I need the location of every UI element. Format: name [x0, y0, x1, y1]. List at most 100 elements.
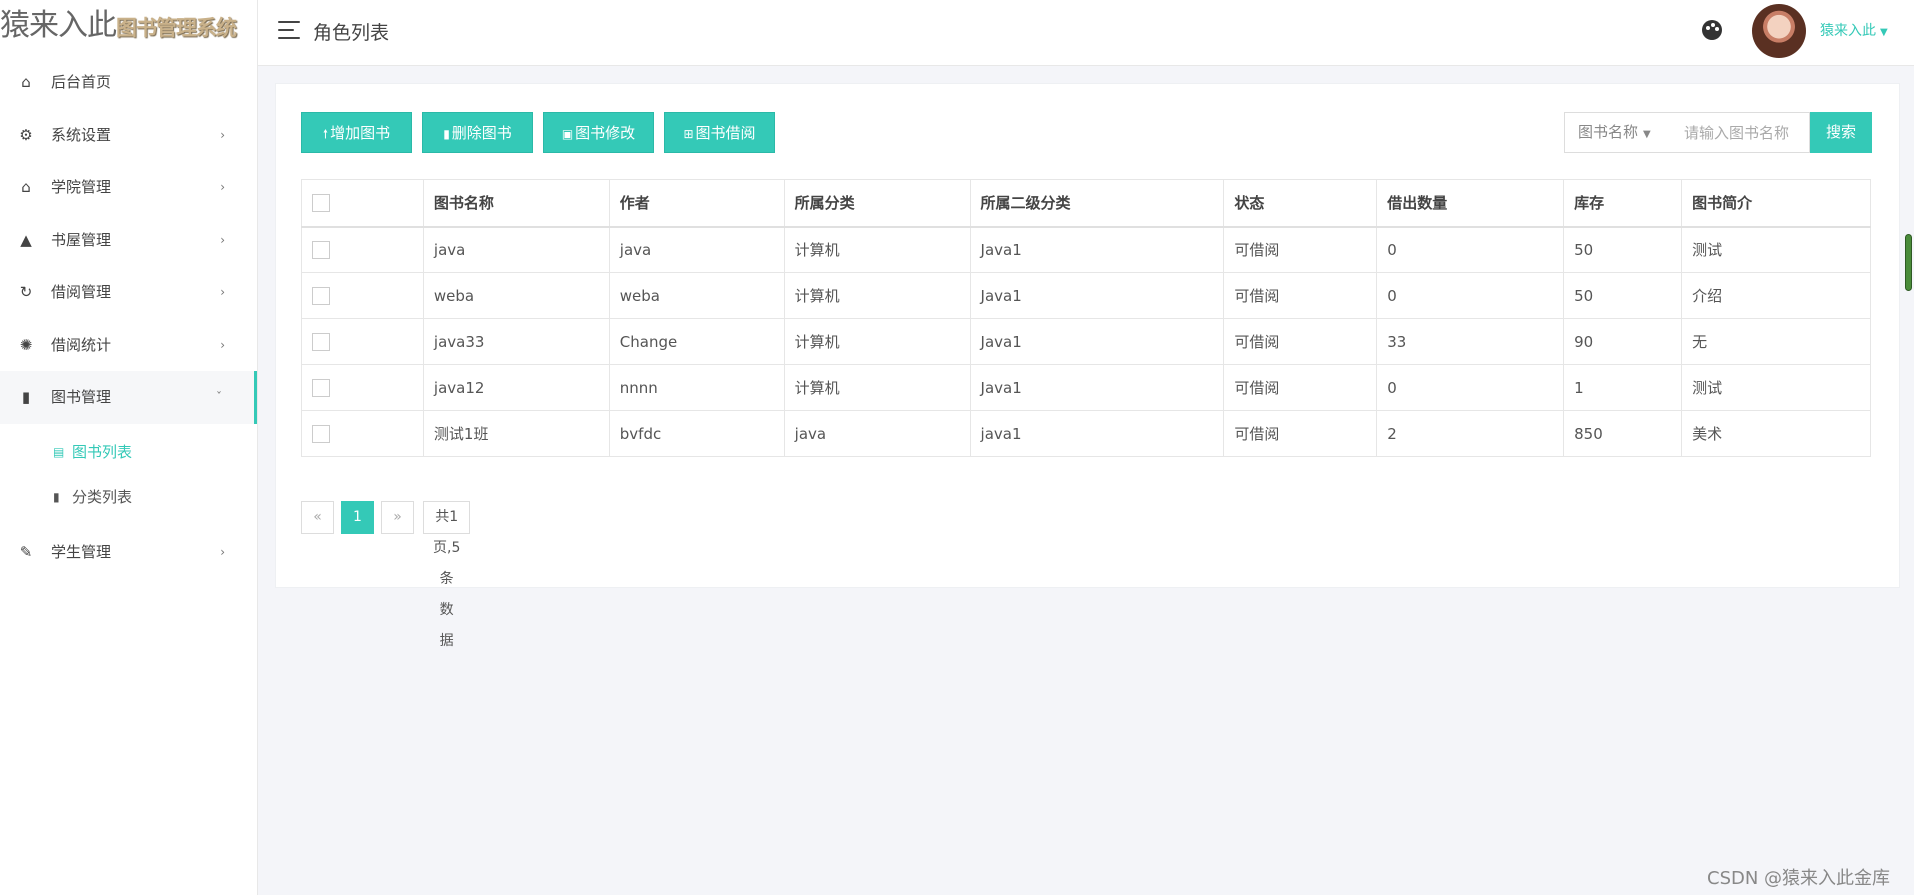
pencil-icon: ✎	[19, 542, 33, 561]
next-page-button[interactable]: »	[381, 501, 414, 534]
clipboard-icon: ▮	[53, 489, 60, 504]
column-header: 图书名称	[422, 179, 610, 227]
table-cell: java12	[422, 364, 610, 411]
column-header: 图书简介	[1681, 179, 1871, 227]
table-row[interactable]: 测试1班 bvfdc java java1 可借阅 2 850 美术	[301, 410, 1871, 457]
sidebar-item-dashboard[interactable]: ⌂ 后台首页	[0, 56, 257, 109]
sidebar-item-label: 图书管理	[51, 388, 112, 406]
avatar[interactable]	[1752, 4, 1806, 58]
row-checkbox[interactable]	[312, 286, 330, 305]
add-book-button[interactable]: 🠕 增加图书	[301, 112, 412, 153]
palette-icon[interactable]	[1702, 20, 1722, 40]
sidebar-item-college[interactable]: ⌂ 学院管理 ›	[0, 161, 257, 214]
sidebar-item-label: 借阅统计	[51, 335, 112, 354]
search-field-label: 图书名称	[1578, 123, 1639, 141]
search-input[interactable]	[1672, 112, 1810, 153]
table-cell: java	[422, 226, 610, 273]
sidebar-submenu: ▤ 图书列表 ▮ 分类列表	[0, 424, 257, 526]
search-button[interactable]: 搜索	[1810, 112, 1872, 153]
table-row[interactable]: weba weba 计算机 Java1 可借阅 0 50 介绍	[301, 272, 1871, 319]
table-cell: 可借阅	[1223, 410, 1378, 457]
table-cell: 测试	[1681, 364, 1871, 411]
column-header: 作者	[608, 179, 785, 227]
sidebar-nav: ⌂ 后台首页 ⚙ 系统设置 › ⌂ 学院管理 › ▲ 书屋管理 › ↻ 借阅管理…	[0, 56, 257, 578]
table-cell: 测试	[1681, 226, 1871, 273]
hamburger-menu-icon[interactable]	[278, 21, 300, 39]
add-book-label: 增加图书	[330, 124, 391, 142]
table-cell: 计算机	[783, 272, 971, 319]
scrollbar-thumb[interactable]	[1905, 234, 1912, 291]
logo: 猿来入此图书管理系统	[0, 0, 257, 52]
sidebar-item-book-management[interactable]: ▮ 图书管理 ˇ	[0, 371, 257, 424]
table-cell: java	[783, 410, 971, 457]
gear-icon: ⚙	[19, 125, 33, 144]
arrow-up-icon: 🠕	[322, 127, 329, 141]
borrow-book-button[interactable]: ⊞ 图书借阅	[664, 112, 775, 153]
sidebar: 猿来入此图书管理系统 ⌂ 后台首页 ⚙ 系统设置 › ⌂ 学院管理 › ▲ 书屋…	[0, 0, 258, 895]
select-all-cell	[301, 179, 424, 227]
sidebar-item-label: 后台首页	[51, 73, 112, 91]
table-cell: 90	[1563, 318, 1683, 365]
refresh-icon: ↻	[19, 283, 33, 301]
row-select-cell	[301, 410, 424, 457]
table-cell: 可借阅	[1223, 272, 1378, 319]
prev-page-button[interactable]: «	[301, 501, 334, 534]
table-cell: 1	[1563, 364, 1683, 411]
column-header: 所属二级分类	[969, 179, 1225, 227]
sidebar-item-label: 学院管理	[51, 178, 112, 196]
sidebar-item-label: 借阅管理	[51, 283, 112, 301]
sidebar-item-student[interactable]: ✎ 学生管理 ›	[0, 526, 257, 579]
table-header-row: 图书名称 作者 所属分类 所属二级分类 状态 借出数量 库存 图书简介	[301, 179, 1871, 227]
row-select-cell	[301, 272, 424, 319]
edit-book-button[interactable]: ▣ 图书修改	[543, 112, 654, 153]
table-cell: bvfdc	[608, 410, 785, 457]
row-checkbox[interactable]	[312, 241, 330, 259]
caret-down-icon: ▼	[1643, 129, 1651, 140]
sidebar-item-label: 系统设置	[51, 125, 112, 144]
table-cell: 可借阅	[1223, 364, 1378, 411]
clipboard-icon: ▮	[21, 388, 31, 406]
caret-down-icon: ▼	[1880, 27, 1888, 38]
column-header: 所属分类	[783, 179, 971, 227]
house-outline-icon: ⌂	[21, 178, 31, 196]
table-cell: 50	[1563, 226, 1683, 273]
table-cell: nnnn	[608, 364, 785, 411]
search-field-select[interactable]: 图书名称 ▼	[1564, 112, 1673, 153]
chevron-right-icon: ›	[220, 180, 225, 194]
sidebar-item-label: 书屋管理	[51, 230, 112, 249]
table-cell: 无	[1681, 318, 1871, 365]
sidebar-item-system-settings[interactable]: ⚙ 系统设置 ›	[0, 109, 257, 162]
table-cell: weba	[608, 272, 785, 319]
table-row[interactable]: java java 计算机 Java1 可借阅 0 50 测试	[301, 226, 1871, 273]
table-cell: Java1	[969, 226, 1225, 273]
sidebar-item-borrow-stats[interactable]: ✺ 借阅统计 ›	[0, 319, 257, 372]
user-name: 猿来入此	[1820, 23, 1876, 39]
content-card: 🠕增加图书 ▮删除图书 ▣图书修改 ⊞图书借阅 图书名称 ▼ 搜索 图书名称 作者…	[275, 83, 1900, 649]
table-cell: java1	[969, 410, 1225, 457]
list-icon: ▤	[53, 444, 65, 459]
sidebar-item-bookhouse[interactable]: ▲ 书屋管理 ›	[0, 214, 257, 267]
row-checkbox[interactable]	[312, 378, 330, 397]
graduation-cap-icon: ▲	[20, 230, 32, 249]
row-checkbox[interactable]	[312, 332, 330, 351]
table-row[interactable]: java12 nnnn 计算机 Java1 可借阅 0 1 测试	[301, 364, 1871, 411]
sidebar-subitem-book-list[interactable]: ▤ 图书列表	[0, 430, 257, 475]
plus-square-icon: ⊞	[683, 127, 694, 141]
page-number-button[interactable]: 1	[341, 501, 374, 534]
sidebar-subitem-category-list[interactable]: ▮ 分类列表	[0, 475, 257, 520]
delete-book-button[interactable]: ▮ 删除图书	[422, 112, 533, 153]
table-cell: 可借阅	[1223, 318, 1378, 365]
user-menu[interactable]: 猿来入此 ▼	[1820, 20, 1888, 40]
table-cell: Java1	[969, 364, 1225, 411]
page-title: 角色列表	[313, 22, 390, 44]
column-header: 状态	[1223, 179, 1378, 227]
row-checkbox[interactable]	[312, 424, 330, 443]
row-select-cell	[301, 226, 424, 273]
table-row[interactable]: java33 Change 计算机 Java1 可借阅 33 90 无	[301, 318, 1871, 365]
table-cell: 美术	[1681, 410, 1871, 457]
sidebar-item-borrow[interactable]: ↻ 借阅管理 ›	[0, 266, 257, 319]
table-cell: weba	[422, 272, 610, 319]
row-select-cell	[301, 318, 424, 365]
select-all-checkbox[interactable]	[312, 194, 330, 212]
edit-book-label: 图书修改	[575, 124, 636, 142]
